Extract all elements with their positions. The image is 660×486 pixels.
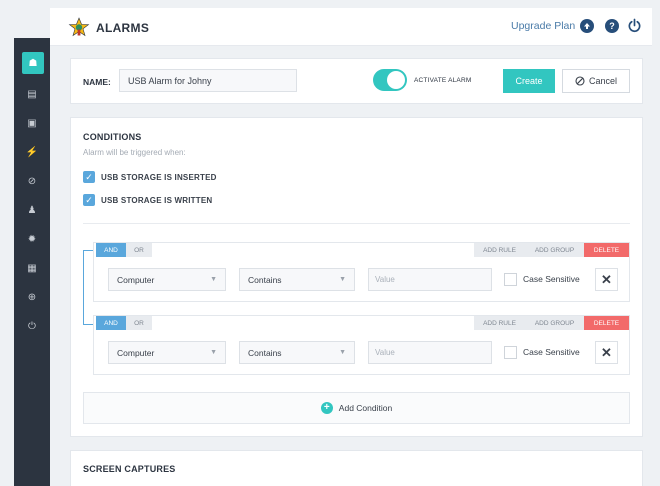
sidebar-item-devices[interactable]: ▣ xyxy=(14,109,50,137)
sidebar-item-notifications[interactable]: ♟ xyxy=(14,196,50,224)
field-select[interactable]: Computer ▼ xyxy=(108,268,226,291)
value-input[interactable]: Value xyxy=(368,268,492,291)
document-icon: ▦ xyxy=(27,262,37,274)
help-icon[interactable]: ? xyxy=(605,19,619,33)
operator-select-value: Contains xyxy=(248,274,282,285)
trigger-written[interactable]: ✓ USB STORAGE IS WRITTEN xyxy=(83,194,212,206)
trigger-label: USB STORAGE IS WRITTEN xyxy=(101,195,213,205)
conditions-card: CONDITIONS Alarm will be triggered when:… xyxy=(70,117,643,437)
conditions-subtitle: Alarm will be triggered when: xyxy=(83,148,186,157)
sidebar-item-reports[interactable]: ▤ xyxy=(14,80,50,108)
condition-group: AND OR ADD RULE ADD GROUP DELETE Compute… xyxy=(93,242,630,302)
cancel-button[interactable]: Cancel xyxy=(562,69,630,93)
sidebar: ☗ ▤ ▣ ⚡ ⊘ ♟ ✹ ▦ ⊕ ⏻ xyxy=(14,38,50,486)
add-rule-button[interactable]: ADD RULE xyxy=(474,316,525,330)
alarm-icon: ☗ xyxy=(28,57,38,69)
add-condition-button[interactable]: + Add Condition xyxy=(83,392,630,424)
upgrade-plan-link[interactable]: Upgrade Plan xyxy=(511,20,575,32)
screen-captures-card: SCREEN CAPTURES xyxy=(70,450,643,486)
conditions-title: CONDITIONS xyxy=(83,132,142,142)
field-select[interactable]: Computer ▼ xyxy=(108,341,226,364)
add-group-button[interactable]: ADD GROUP xyxy=(525,316,584,330)
sidebar-item-support[interactable]: ⊕ xyxy=(14,283,50,311)
and-button[interactable]: AND xyxy=(96,316,126,330)
delete-group-button[interactable]: DELETE xyxy=(584,316,629,330)
sidebar-item-block[interactable]: ⊘ xyxy=(14,167,50,195)
toggle-knob xyxy=(387,71,405,89)
cancel-icon xyxy=(575,76,585,86)
field-select-value: Computer xyxy=(117,347,155,358)
case-sensitive-checkbox[interactable] xyxy=(504,346,517,359)
operator-select[interactable]: Contains ▼ xyxy=(239,341,355,364)
case-sensitive-label: Case Sensitive xyxy=(523,274,580,284)
lifebuoy-icon: ⊕ xyxy=(27,291,37,303)
delete-group-button[interactable]: DELETE xyxy=(584,243,629,257)
reports-icon: ▤ xyxy=(27,88,37,100)
group-toolbar: AND OR ADD RULE ADD GROUP DELETE xyxy=(94,243,629,257)
power-icon[interactable] xyxy=(627,18,642,33)
condition-group: AND OR ADD RULE ADD GROUP DELETE Compute… xyxy=(93,315,630,375)
add-group-button[interactable]: ADD GROUP xyxy=(525,243,584,257)
sidebar-item-settings[interactable]: ✹ xyxy=(14,225,50,253)
operator-select-value: Contains xyxy=(248,347,282,358)
device-icon: ▣ xyxy=(27,117,37,129)
cancel-label: Cancel xyxy=(588,76,617,86)
or-button[interactable]: OR xyxy=(126,316,152,330)
top-bar: ALARMS Upgrade Plan ? xyxy=(50,8,652,46)
add-rule-button[interactable]: ADD RULE xyxy=(474,243,525,257)
activate-alarm-toggle[interactable] xyxy=(373,69,407,91)
sidebar-item-logs[interactable]: ▦ xyxy=(14,254,50,282)
gear-icon: ✹ xyxy=(27,233,37,245)
divider xyxy=(83,223,630,224)
alarm-name-card: NAME: ACTIVATE ALARM Create Cancel xyxy=(70,58,643,104)
name-label: NAME: xyxy=(83,77,111,87)
remove-rule-icon[interactable]: ✕ xyxy=(595,268,618,291)
remove-rule-icon[interactable]: ✕ xyxy=(595,341,618,364)
upload-icon[interactable] xyxy=(580,19,594,33)
block-icon: ⊘ xyxy=(27,175,37,187)
caret-down-icon: ▼ xyxy=(339,276,346,283)
or-button[interactable]: OR xyxy=(126,243,152,257)
sidebar-item-logout[interactable]: ⏻ xyxy=(14,312,50,340)
group-toolbar: AND OR ADD RULE ADD GROUP DELETE xyxy=(94,316,629,330)
page-title: ALARMS xyxy=(96,21,150,35)
value-input[interactable]: Value xyxy=(368,341,492,364)
case-sensitive-checkbox[interactable] xyxy=(504,273,517,286)
case-sensitive-label: Case Sensitive xyxy=(523,347,580,357)
checkbox-checked-icon[interactable]: ✓ xyxy=(83,194,95,206)
field-select-value: Computer xyxy=(117,274,155,285)
power-icon: ⏻ xyxy=(28,320,36,332)
trigger-label: USB STORAGE IS INSERTED xyxy=(101,172,217,182)
create-button[interactable]: Create xyxy=(503,69,555,93)
checkbox-checked-icon[interactable]: ✓ xyxy=(83,171,95,183)
app-logo-icon xyxy=(68,17,90,37)
screen-captures-title: SCREEN CAPTURES xyxy=(83,464,176,474)
and-button[interactable]: AND xyxy=(96,243,126,257)
caret-down-icon: ▼ xyxy=(210,349,217,356)
sidebar-item-alarms[interactable]: ☗ xyxy=(22,52,44,74)
add-condition-label: Add Condition xyxy=(338,403,393,413)
sidebar-item-actions[interactable]: ⚡ xyxy=(14,138,50,166)
caret-down-icon: ▼ xyxy=(210,276,217,283)
trigger-inserted[interactable]: ✓ USB STORAGE IS INSERTED xyxy=(83,171,217,183)
bolt-icon: ⚡ xyxy=(25,146,39,158)
plus-circle-icon: + xyxy=(320,402,333,414)
operator-select[interactable]: Contains ▼ xyxy=(239,268,355,291)
alarm-name-input[interactable] xyxy=(119,69,297,92)
caret-down-icon: ▼ xyxy=(339,349,346,356)
bell-icon: ♟ xyxy=(27,204,37,216)
activate-alarm-label: ACTIVATE ALARM xyxy=(414,77,472,84)
